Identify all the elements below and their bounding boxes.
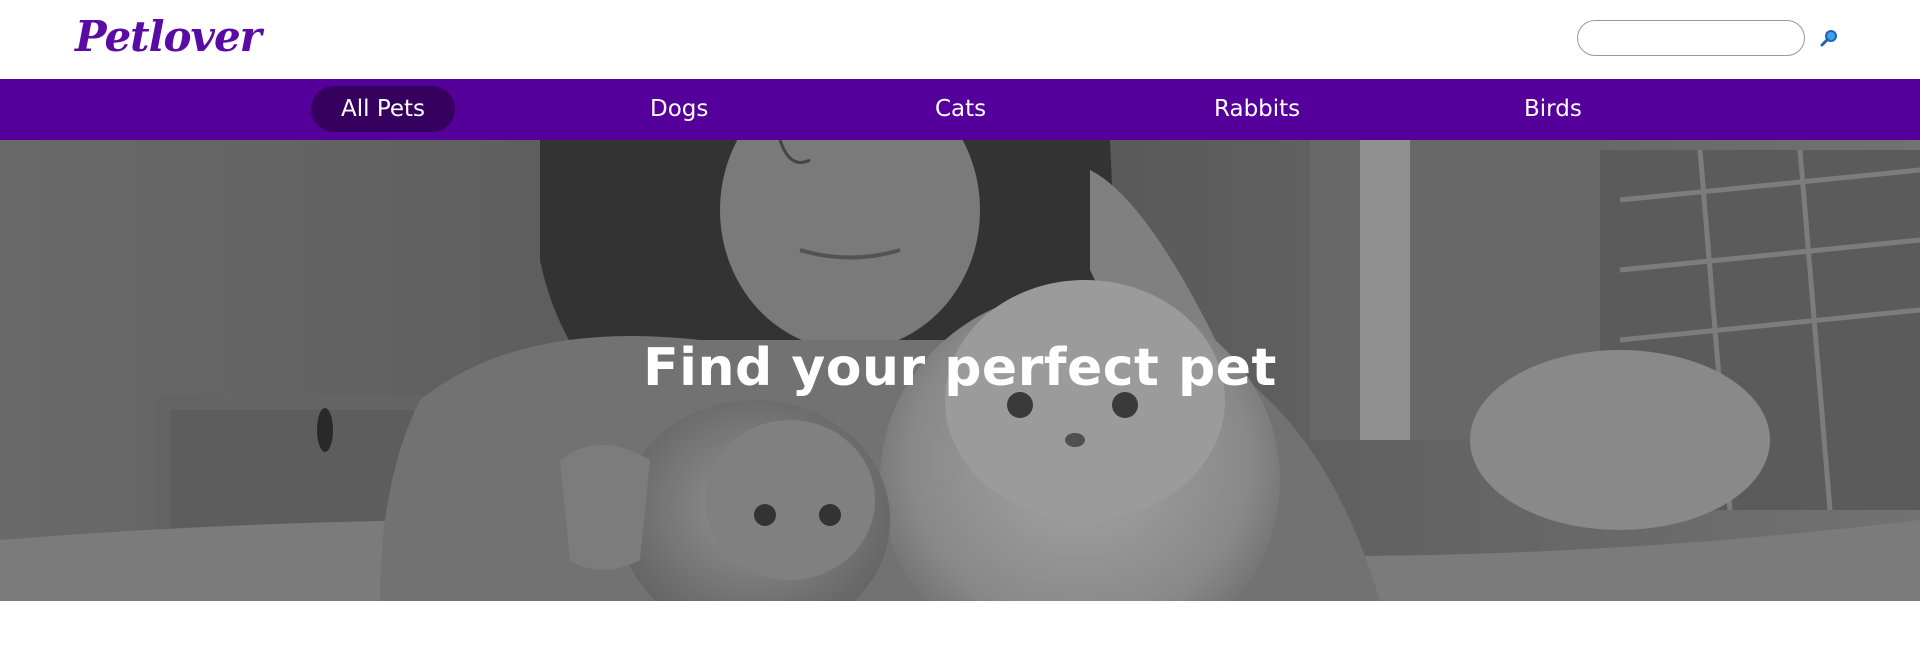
nav-item-dogs[interactable]: Dogs [620,86,738,132]
nav-item-cats[interactable]: Cats [905,86,1016,132]
search-button[interactable] [1818,27,1840,49]
site-logo[interactable]: Petlover [75,12,262,61]
nav-item-birds[interactable]: Birds [1494,86,1612,132]
search-icon [1820,30,1837,47]
site-header: Petlover [0,0,1920,79]
page-content-area [0,601,1920,648]
nav-item-all-pets[interactable]: All Pets [311,86,456,132]
main-nav: All Pets Dogs Cats Rabbits Birds [0,79,1920,140]
search-input[interactable] [1577,20,1805,56]
nav-item-rabbits[interactable]: Rabbits [1184,86,1330,132]
hero-banner: Find your perfect pet [0,140,1920,601]
hero-title: Find your perfect pet [643,338,1277,398]
